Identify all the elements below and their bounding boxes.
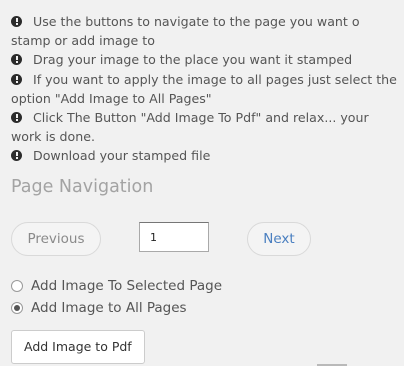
add-to-all-pages-option[interactable]: Add Image to All Pages — [11, 300, 187, 316]
add-to-selected-page-option[interactable]: Add Image To Selected Page — [11, 278, 222, 294]
previous-button[interactable]: Previous — [11, 222, 101, 256]
info-circle-icon — [11, 16, 22, 27]
info-circle-icon — [11, 150, 22, 162]
instruction-text: Download your stamped file — [33, 148, 211, 164]
info-circle-icon — [11, 73, 22, 85]
info-circle-icon — [11, 112, 22, 124]
add-image-to-pdf-button[interactable]: Add Image to Pdf — [11, 330, 145, 364]
instruction-text: Use the buttons to navigate to the page … — [11, 14, 360, 49]
next-button[interactable]: Next — [247, 222, 311, 256]
all-pages-radio[interactable] — [11, 302, 23, 314]
instruction-item: If you want to apply the image to all pa… — [11, 70, 397, 108]
instruction-item: Click The Button "Add Image To Pdf" and … — [11, 108, 397, 146]
all-pages-label: Add Image to All Pages — [31, 300, 187, 316]
selected-page-radio[interactable] — [11, 280, 23, 292]
instruction-item: Use the buttons to navigate to the page … — [11, 12, 397, 50]
instructions-list: Use the buttons to navigate to the page … — [11, 12, 397, 166]
info-circle-icon — [11, 54, 22, 66]
instruction-text: If you want to apply the image to all pa… — [11, 71, 397, 106]
instruction-text: Click The Button "Add Image To Pdf" and … — [11, 110, 369, 145]
selected-page-label: Add Image To Selected Page — [31, 278, 222, 294]
instruction-item: Download your stamped file — [11, 146, 397, 165]
instruction-item: Drag your image to the place you want it… — [11, 50, 397, 69]
page-navigation-title: Page Navigation — [11, 177, 154, 197]
instruction-text: Drag your image to the place you want it… — [33, 52, 353, 68]
page-number-input[interactable] — [139, 222, 209, 252]
